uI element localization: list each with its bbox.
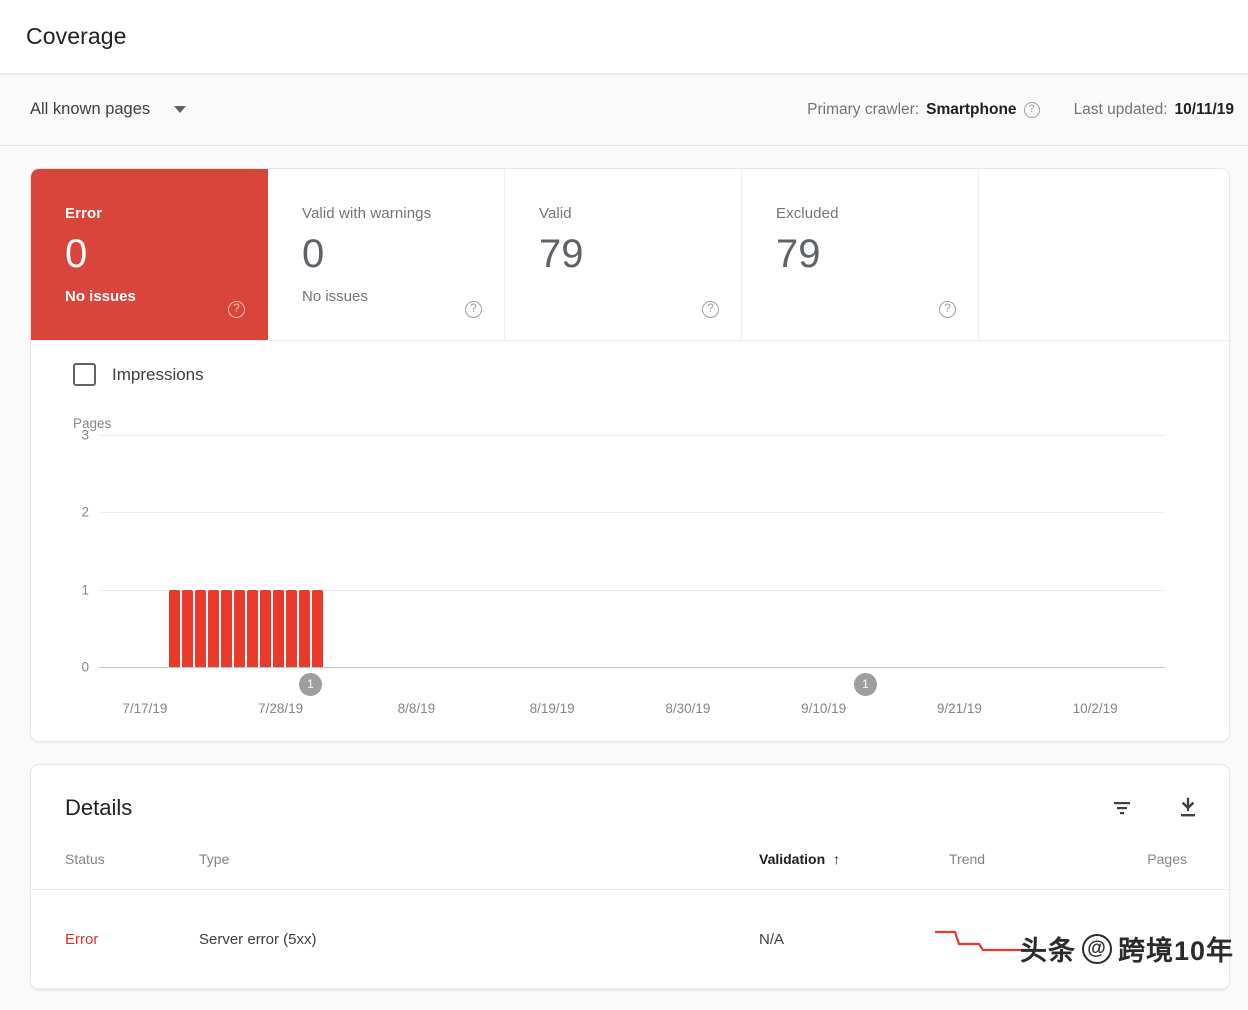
details-table: Status Type Validation ↑ Trend Pages Erro… — [31, 851, 1229, 989]
summary-card-value: 0 — [302, 232, 325, 276]
y-axis-tick: 2 — [81, 504, 89, 520]
summary-card-valid[interactable]: Valid 79 ? — [505, 169, 742, 340]
table-row[interactable]: Error Server error (5xx) N/A — [31, 889, 1229, 989]
chart-bars — [169, 435, 323, 667]
last-updated: Last updated: 10/11/19 — [1074, 101, 1234, 119]
column-header-type[interactable]: Type — [199, 851, 759, 890]
chart-plot-area: 012311 — [51, 428, 1211, 696]
x-axis-tick: 8/19/19 — [529, 701, 575, 716]
primary-crawler: Primary crawler: Smartphone ? — [807, 100, 1040, 119]
y-axis-title: Pages — [73, 416, 112, 431]
summary-card-label: Valid — [539, 205, 572, 222]
trend-sparkline — [935, 922, 1139, 956]
chart-bar[interactable] — [208, 589, 219, 667]
cell-trend — [935, 889, 1139, 989]
chart-bar[interactable] — [312, 589, 323, 667]
page-title: Coverage — [26, 23, 127, 49]
filter-icon[interactable] — [1109, 795, 1135, 821]
cell-pages — [1139, 889, 1229, 989]
x-axis-tick: 7/17/19 — [122, 701, 168, 716]
help-circle-icon[interactable]: ? — [228, 301, 245, 318]
coverage-chart: Impressions Pages 012311 7/17/19 7/28/19 8… — [31, 341, 1229, 741]
download-icon[interactable] — [1175, 795, 1201, 821]
x-axis-tick: 8/30/19 — [665, 701, 711, 716]
chart-bar[interactable] — [299, 589, 310, 667]
summary-card-value: 79 — [539, 232, 584, 276]
help-circle-icon[interactable]: ? — [702, 301, 719, 318]
main-content: Error 0 No issues ? Valid with warnings … — [0, 146, 1248, 990]
chart-bar[interactable] — [286, 589, 297, 667]
impressions-label: Impressions — [112, 364, 204, 384]
chart-bar[interactable] — [195, 589, 206, 667]
coverage-toolbar: All known pages Primary crawler: Smartph… — [0, 74, 1248, 146]
details-panel: Details Status Type Validation ↑ Trend P… — [30, 764, 1230, 990]
crawler-info: Primary crawler: Smartphone ? Last updat… — [807, 101, 1238, 119]
last-updated-label: Last updated: — [1073, 100, 1168, 118]
cell-type: Server error (5xx) — [199, 889, 759, 989]
last-updated-value: 10/11/19 — [1174, 100, 1234, 118]
y-axis-tick: 1 — [81, 582, 89, 598]
chart-bar[interactable] — [182, 589, 193, 667]
details-table-body: Error Server error (5xx) N/A — [31, 889, 1229, 989]
help-circle-icon[interactable]: ? — [939, 301, 956, 318]
summary-card-value: 0 — [65, 232, 88, 276]
page-header: Coverage — [0, 0, 1248, 74]
details-header: Details — [31, 765, 1229, 821]
impressions-checkbox[interactable] — [73, 363, 96, 386]
summary-card-label: Excluded — [776, 205, 839, 222]
x-axis-tick: 9/10/19 — [801, 701, 847, 716]
chart-bar[interactable] — [260, 589, 271, 667]
x-axis-tick: 7/28/19 — [258, 701, 304, 716]
help-circle-icon[interactable]: ? — [465, 301, 482, 318]
column-header-pages[interactable]: Pages — [1139, 851, 1229, 890]
summary-card-label: Valid with warnings — [302, 205, 432, 222]
cell-validation: N/A — [759, 889, 949, 989]
column-header-status[interactable]: Status — [31, 851, 199, 890]
details-actions — [1109, 795, 1201, 821]
x-axis: 7/17/19 7/28/19 8/8/19 8/19/19 8/30/19 9/10/1… — [51, 689, 1211, 731]
column-header-validation-label: Validation — [759, 851, 826, 867]
summary-card-excluded[interactable]: Excluded 79 ? — [742, 169, 979, 340]
summary-card-value: 79 — [776, 232, 821, 276]
chart-bar[interactable] — [234, 589, 245, 667]
summary-card-empty — [979, 169, 1229, 340]
x-axis-tick: 8/8/19 — [397, 701, 436, 716]
arrow-up-icon: ↑ — [833, 851, 841, 867]
y-axis-tick: 3 — [81, 427, 89, 443]
summary-card-error[interactable]: Error 0 No issues ? — [31, 169, 268, 340]
x-axis-tick: 10/2/19 — [1072, 701, 1118, 716]
table-header-row: Status Type Validation ↑ Trend Pages — [31, 851, 1229, 890]
summary-card-valid-with-warnings[interactable]: Valid with warnings 0 No issues ? — [268, 169, 505, 340]
coverage-overview-panel: Error 0 No issues ? Valid with warnings … — [30, 168, 1230, 742]
chart-bar[interactable] — [247, 589, 258, 667]
column-header-validation[interactable]: Validation ↑ — [759, 851, 949, 890]
chart-gridline — [99, 667, 1165, 668]
details-title: Details — [65, 795, 133, 820]
x-axis-tick: 9/21/19 — [936, 701, 982, 716]
chart-bar[interactable] — [221, 589, 232, 667]
chart-bar[interactable] — [169, 589, 180, 667]
cell-status: Error — [31, 889, 199, 989]
page-filter-label: All known pages — [30, 100, 151, 118]
primary-crawler-label: Primary crawler: — [807, 100, 920, 118]
primary-crawler-value: Smartphone — [926, 100, 1017, 118]
details-table-head: Status Type Validation ↑ Trend Pages — [31, 851, 1229, 890]
y-axis-tick: 0 — [81, 659, 89, 675]
chart-bar[interactable] — [273, 589, 284, 667]
summary-card-label: Error — [65, 205, 103, 222]
help-circle-icon[interactable]: ? — [1023, 101, 1040, 118]
coverage-page: Coverage All known pages Primary crawler… — [0, 0, 1248, 990]
summary-cards: Error 0 No issues ? Valid with warnings … — [31, 169, 1229, 341]
page-filter-dropdown[interactable]: All known pages — [30, 100, 187, 119]
chart-legend: Impressions — [51, 363, 1211, 386]
chevron-down-icon — [174, 106, 187, 113]
column-header-trend[interactable]: Trend — [949, 851, 1139, 890]
